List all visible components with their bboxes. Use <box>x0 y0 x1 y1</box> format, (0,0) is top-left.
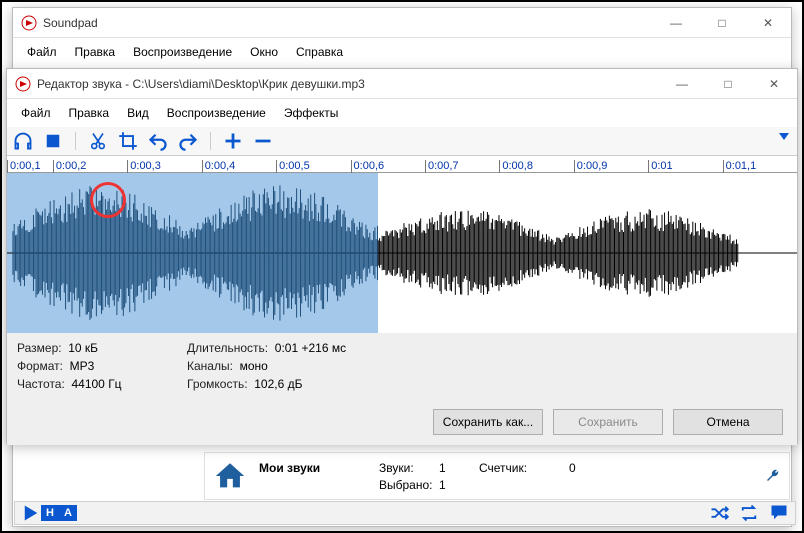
duration-label: Длительность: <box>187 341 268 355</box>
editor-title: Редактор звука - C:\Users\diami\Desktop\… <box>37 77 659 91</box>
category-row: Мои звуки Звуки: 1 Счетчик: 0 Выбрано: 1 <box>204 452 790 500</box>
editor-menu-file[interactable]: Файл <box>13 103 59 123</box>
editor-maximize-button[interactable]: □ <box>705 69 751 98</box>
tick-label: 0:00,9 <box>577 160 608 172</box>
waveform-graphic <box>7 173 797 333</box>
separator <box>210 132 211 150</box>
selected-value: 1 <box>439 478 479 492</box>
editor-toolbar <box>7 127 797 156</box>
tick-label: 0:01,1 <box>726 160 757 172</box>
category-name: Мои звуки <box>259 461 379 475</box>
size-label: Размер: <box>17 341 62 355</box>
h-button[interactable]: Н <box>41 505 59 521</box>
play-icon[interactable] <box>21 503 41 523</box>
tick-label: 0:00,1 <box>10 160 41 172</box>
waveform-canvas[interactable] <box>7 173 797 333</box>
toolbar-dropdown-icon[interactable] <box>779 133 789 140</box>
comment-icon[interactable] <box>769 503 789 523</box>
home-icon <box>213 459 247 493</box>
main-close-button[interactable]: ✕ <box>745 8 791 37</box>
channels-label: Каналы: <box>187 359 233 373</box>
main-menu-file[interactable]: Файл <box>19 42 65 62</box>
main-menubar: Файл Правка Воспроизведение Окно Справка <box>13 38 791 66</box>
size-value: 10 кБ <box>68 341 98 355</box>
zoom-out-icon[interactable] <box>253 131 273 151</box>
counter-label: Счетчик: <box>479 461 569 475</box>
app-icon <box>21 15 37 31</box>
dialog-buttons: Сохранить как... Сохранить Отмена <box>7 399 797 445</box>
format-value: MP3 <box>70 359 95 373</box>
repeat-icon[interactable] <box>739 503 759 523</box>
main-menu-window[interactable]: Окно <box>242 42 286 62</box>
tick-label: 0:00,2 <box>56 160 87 172</box>
tick-label: 0:01 <box>651 160 672 172</box>
editor-menu-view[interactable]: Вид <box>119 103 157 123</box>
redo-icon[interactable] <box>178 131 198 151</box>
shuffle-icon[interactable] <box>709 503 729 523</box>
separator <box>75 132 76 150</box>
cancel-button[interactable]: Отмена <box>673 409 783 435</box>
undo-icon[interactable] <box>148 131 168 151</box>
editor-close-button[interactable]: ✕ <box>751 69 797 98</box>
editor-menubar: Файл Правка Вид Воспроизведение Эффекты <box>7 99 797 127</box>
zoom-in-icon[interactable] <box>223 131 243 151</box>
timeline-ruler[interactable]: 0:00,1 0:00,2 0:00,3 0:00,4 0:00,5 0:00,… <box>7 156 797 173</box>
freq-label: Частота: <box>17 377 65 391</box>
volume-label: Громкость: <box>187 377 248 391</box>
main-maximize-button[interactable]: □ <box>699 8 745 37</box>
editor-titlebar: Редактор звука - C:\Users\diami\Desktop\… <box>7 69 797 99</box>
main-title: Soundpad <box>43 16 653 30</box>
duration-value: 0:01 +216 мс <box>275 341 346 355</box>
channels-value: моно <box>240 359 268 373</box>
editor-window: Редактор звука - C:\Users\diami\Desktop\… <box>6 68 798 444</box>
main-minimize-button[interactable]: — <box>653 8 699 37</box>
crop-icon[interactable] <box>118 131 138 151</box>
save-as-button[interactable]: Сохранить как... <box>433 409 543 435</box>
main-menu-playback[interactable]: Воспроизведение <box>125 42 240 62</box>
a-button[interactable]: А <box>59 505 77 521</box>
app-icon <box>15 76 31 92</box>
counter-value: 0 <box>569 461 609 475</box>
volume-value: 102,6 дБ <box>254 377 302 391</box>
tick-label: 0:00,8 <box>502 160 533 172</box>
selected-label: Выбрано: <box>379 478 439 492</box>
tick-label: 0:00,3 <box>130 160 161 172</box>
sounds-label: Звуки: <box>379 461 439 475</box>
cut-icon[interactable] <box>88 131 108 151</box>
editor-minimize-button[interactable]: — <box>659 69 705 98</box>
file-info-panel: Размер: 10 кБ Длительность: 0:01 +216 мс… <box>7 333 797 399</box>
stop-icon[interactable] <box>43 131 63 151</box>
tick-label: 0:00,6 <box>354 160 385 172</box>
main-menu-help[interactable]: Справка <box>288 42 351 62</box>
main-menu-edit[interactable]: Правка <box>67 42 124 62</box>
save-button: Сохранить <box>553 409 663 435</box>
editor-menu-playback[interactable]: Воспроизведение <box>159 103 274 123</box>
format-label: Формат: <box>17 359 63 373</box>
editor-menu-effects[interactable]: Эффекты <box>276 103 347 123</box>
tick-label: 0:00,5 <box>279 160 310 172</box>
tick-label: 0:00,4 <box>205 160 236 172</box>
main-titlebar: Soundpad — □ ✕ <box>13 8 791 38</box>
editor-menu-edit[interactable]: Правка <box>61 103 118 123</box>
player-bar: Н А <box>14 501 796 525</box>
sounds-value: 1 <box>439 461 479 475</box>
headphones-icon[interactable] <box>13 131 33 151</box>
freq-value: 44100 Гц <box>71 377 121 391</box>
tick-label: 0:00,7 <box>428 160 459 172</box>
wrench-icon[interactable] <box>765 468 781 484</box>
